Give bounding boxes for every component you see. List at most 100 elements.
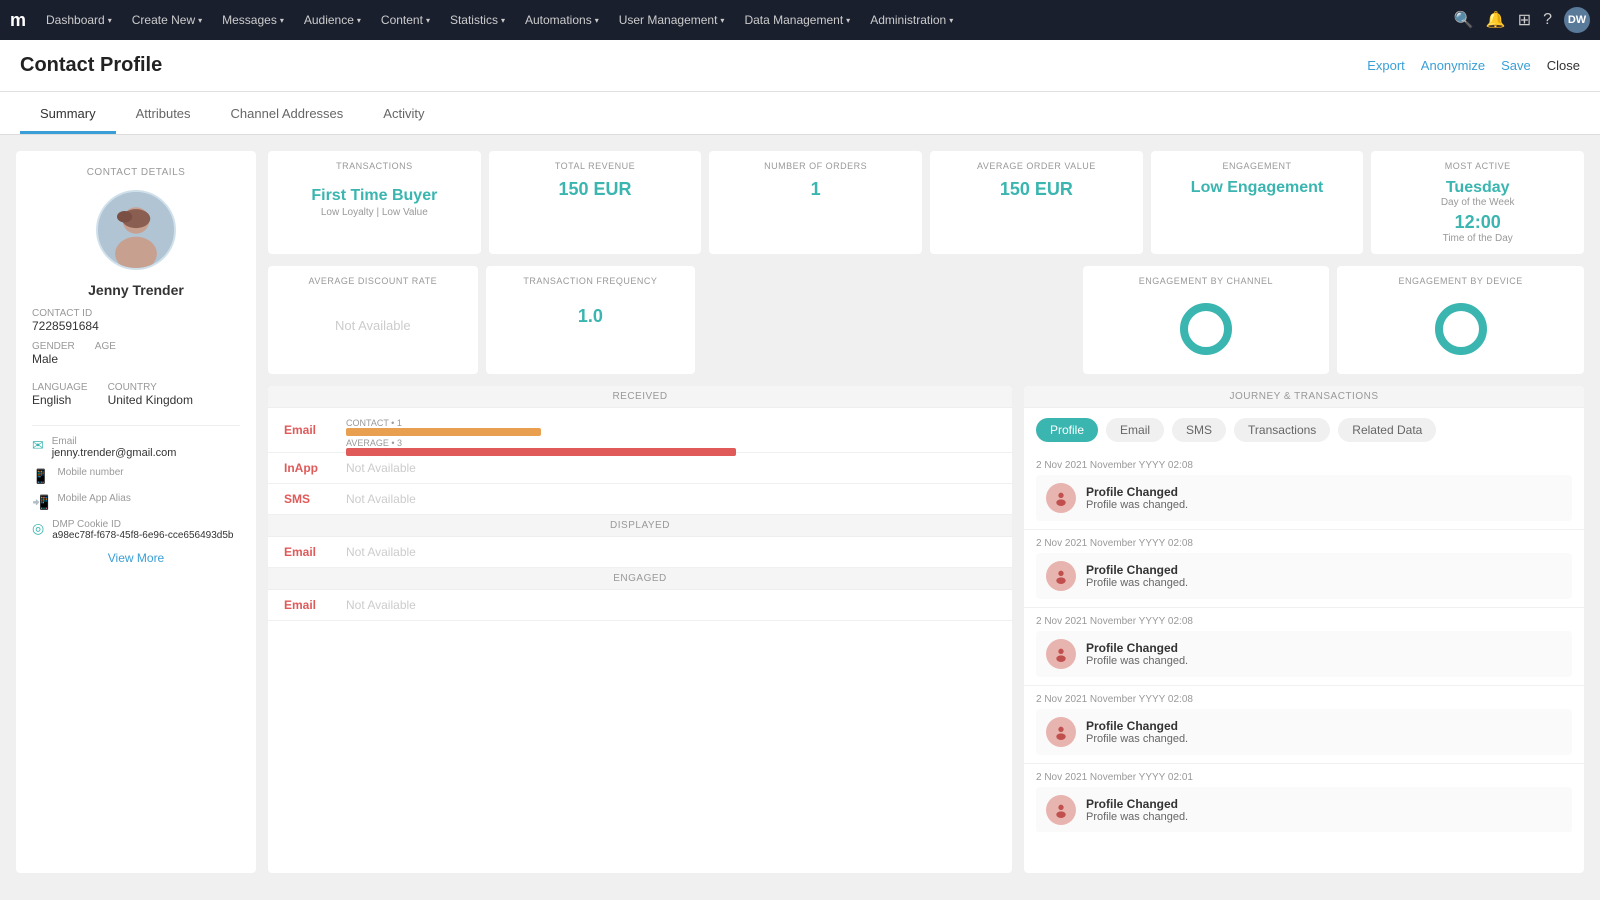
- nav-user-management[interactable]: User Management▾: [611, 0, 733, 40]
- nav-data-management[interactable]: Data Management▾: [736, 0, 858, 40]
- event-profile-icon: [1046, 561, 1076, 591]
- event-timestamp: 2 Nov 2021 November YYYY 02:08: [1036, 460, 1572, 471]
- tab-activity[interactable]: Activity: [363, 92, 444, 134]
- orders-card: NUMBER OF ORDERS 1: [709, 151, 922, 254]
- journey-tab-transactions[interactable]: Transactions: [1234, 418, 1330, 442]
- contact-mobile-row: 📱 Mobile number: [32, 467, 240, 485]
- journey-event-4: 2 Nov 2021 November YYYY 02:01 Profile C…: [1024, 764, 1584, 832]
- event-desc: Profile was changed.: [1086, 811, 1188, 823]
- revenue-card: TOTAL REVENUE 150 EUR: [489, 151, 702, 254]
- journey-event-1: 2 Nov 2021 November YYYY 02:08 Profile C…: [1024, 530, 1584, 608]
- journey-tabs: Profile Email SMS Transactions Related D…: [1024, 408, 1584, 452]
- event-body: Profile Changed Profile was changed.: [1036, 787, 1572, 832]
- event-profile-icon: [1046, 639, 1076, 669]
- page-header: Contact Profile Export Anonymize Save Cl…: [0, 40, 1600, 92]
- right-area: TRANSACTIONS First Time Buyer Low Loyalt…: [268, 151, 1584, 873]
- contact-language-field: Language English: [32, 382, 88, 407]
- journey-tab-related-data[interactable]: Related Data: [1338, 418, 1436, 442]
- nav-statistics[interactable]: Statistics▾: [442, 0, 513, 40]
- displayed-email-row: Email Not Available: [268, 537, 1012, 568]
- event-title: Profile Changed: [1086, 485, 1188, 499]
- event-title: Profile Changed: [1086, 719, 1188, 733]
- event-desc: Profile was changed.: [1086, 655, 1188, 667]
- nav-dashboard[interactable]: Dashboard▾: [38, 0, 120, 40]
- engagement-card: ENGAGEMENT Low Engagement: [1151, 151, 1364, 254]
- nav-content[interactable]: Content▾: [373, 0, 438, 40]
- mobile-app-icon: 📲: [32, 494, 49, 511]
- export-button[interactable]: Export: [1367, 58, 1405, 73]
- tabs-bar: Summary Attributes Channel Addresses Act…: [0, 92, 1600, 135]
- event-profile-icon: [1046, 483, 1076, 513]
- logo: m: [10, 10, 26, 31]
- dmp-icon: ◎: [32, 520, 44, 537]
- contact-email-row: ✉ Email jenny.trender@gmail.com: [32, 436, 240, 459]
- page-actions: Export Anonymize Save Close: [1367, 58, 1580, 73]
- help-icon[interactable]: ?: [1543, 11, 1552, 29]
- save-button[interactable]: Save: [1501, 58, 1531, 73]
- engaged-email-row: Email Not Available: [268, 590, 1012, 621]
- contact-mobile-app-row: 📲 Mobile App Alias: [32, 493, 240, 511]
- engaged-label: ENGAGED: [268, 568, 1012, 590]
- event-timestamp: 2 Nov 2021 November YYYY 02:08: [1036, 694, 1572, 705]
- tab-channel-addresses[interactable]: Channel Addresses: [211, 92, 364, 134]
- tab-attributes[interactable]: Attributes: [116, 92, 211, 134]
- nav-automations[interactable]: Automations▾: [517, 0, 607, 40]
- anonymize-button[interactable]: Anonymize: [1421, 58, 1485, 73]
- event-body: Profile Changed Profile was changed.: [1036, 475, 1572, 521]
- avg-order-card: AVERAGE ORDER VALUE 150 EUR: [930, 151, 1143, 254]
- journey-tab-email[interactable]: Email: [1106, 418, 1164, 442]
- email-icon: ✉: [32, 437, 44, 454]
- received-email-bar: CONTACT • 1 AVERAGE • 3: [346, 416, 996, 444]
- stats-row-second: AVERAGE DISCOUNT RATE Not Available TRAN…: [268, 266, 1584, 374]
- journey-tab-profile[interactable]: Profile: [1036, 418, 1098, 442]
- nav-messages[interactable]: Messages▾: [214, 0, 292, 40]
- engagement-device-card: ENGAGEMENT BY DEVICE: [1337, 266, 1584, 374]
- close-button[interactable]: Close: [1547, 58, 1580, 73]
- contact-id-field: Contact ID 7228591684: [32, 308, 240, 333]
- contact-dmp-row: ◎ DMP Cookie ID a98ec78f-f678-45f8-6e96-…: [32, 519, 240, 541]
- search-icon[interactable]: 🔍: [1454, 10, 1474, 30]
- received-sms-row: SMS Not Available: [268, 484, 1012, 515]
- contact-name: Jenny Trender: [32, 282, 240, 298]
- journey-tab-sms[interactable]: SMS: [1172, 418, 1226, 442]
- contact-gender-field: Gender Male: [32, 341, 75, 366]
- event-profile-icon: [1046, 795, 1076, 825]
- grid-icon[interactable]: ⊞: [1518, 10, 1531, 30]
- view-more-button[interactable]: View More: [32, 551, 240, 565]
- event-title: Profile Changed: [1086, 797, 1188, 811]
- journey-panel: JOURNEY & TRANSACTIONS Profile Email SMS…: [1024, 386, 1584, 873]
- tab-summary[interactable]: Summary: [20, 92, 116, 134]
- event-body: Profile Changed Profile was changed.: [1036, 709, 1572, 755]
- journey-events: 2 Nov 2021 November YYYY 02:08 Profile C…: [1024, 452, 1584, 832]
- journey-label: JOURNEY & TRANSACTIONS: [1024, 386, 1584, 408]
- contact-age-field: Age: [95, 341, 116, 366]
- page-title: Contact Profile: [20, 54, 162, 77]
- avatar-container: [32, 190, 240, 270]
- avg-discount-card: AVERAGE DISCOUNT RATE Not Available: [268, 266, 478, 374]
- event-body: Profile Changed Profile was changed.: [1036, 553, 1572, 599]
- mobile-icon: 📱: [32, 468, 49, 485]
- nav-create-new[interactable]: Create New▾: [124, 0, 210, 40]
- contact-panel: CONTACT DETAILS Jenny Trender Contact ID…: [16, 151, 256, 873]
- nav-audience[interactable]: Audience▾: [296, 0, 369, 40]
- received-label: RECEIVED: [268, 386, 1012, 408]
- engagement-panel: RECEIVED Email CONTACT • 1 AVERAGE • 3 I…: [268, 386, 1012, 873]
- event-profile-icon: [1046, 717, 1076, 747]
- transactions-card: TRANSACTIONS First Time Buyer Low Loyalt…: [268, 151, 481, 254]
- engagement-device-donut: [1349, 294, 1572, 364]
- main-content: CONTACT DETAILS Jenny Trender Contact ID…: [0, 135, 1600, 889]
- event-desc: Profile was changed.: [1086, 577, 1188, 589]
- journey-event-2: 2 Nov 2021 November YYYY 02:08 Profile C…: [1024, 608, 1584, 686]
- event-timestamp: 2 Nov 2021 November YYYY 02:08: [1036, 538, 1572, 549]
- event-desc: Profile was changed.: [1086, 499, 1188, 511]
- received-email-row: Email CONTACT • 1 AVERAGE • 3: [268, 408, 1012, 453]
- nav-administration[interactable]: Administration▾: [862, 0, 961, 40]
- event-body: Profile Changed Profile was changed.: [1036, 631, 1572, 677]
- bell-icon[interactable]: 🔔: [1486, 10, 1506, 30]
- transaction-freq-card: TRANSACTION FREQUENCY 1.0: [486, 266, 696, 374]
- contact-country-field: Country United Kingdom: [108, 382, 193, 407]
- user-avatar[interactable]: DW: [1564, 7, 1590, 33]
- contact-details-label: CONTACT DETAILS: [32, 167, 240, 178]
- journey-event-3: 2 Nov 2021 November YYYY 02:08 Profile C…: [1024, 686, 1584, 764]
- navbar: m Dashboard▾ Create New▾ Messages▾ Audie…: [0, 0, 1600, 40]
